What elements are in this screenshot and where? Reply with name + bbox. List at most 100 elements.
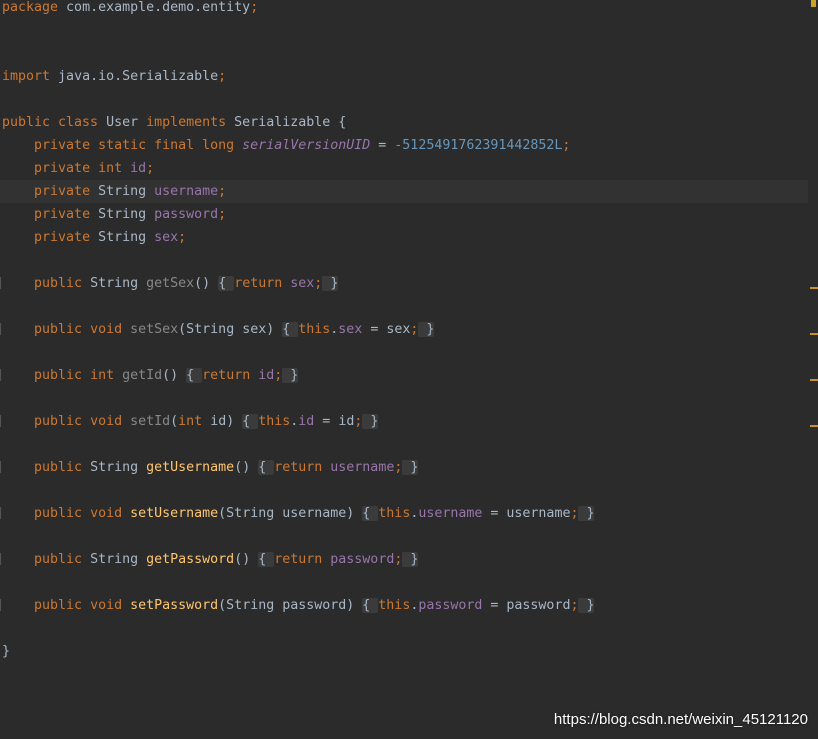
folded-code-placeholder[interactable]: { (258, 552, 275, 567)
code-line[interactable]: private String password; (0, 203, 808, 226)
fold-gutter-marker[interactable] (0, 369, 1, 381)
fold-gutter-marker[interactable] (0, 415, 1, 427)
code-line[interactable]: public String getPassword() { return pas… (0, 548, 808, 571)
field-name: username (418, 506, 483, 521)
code-line[interactable]: public String getSex() { return sex; } (0, 272, 808, 295)
method-name: setUsername (130, 506, 219, 521)
code-line-current[interactable]: private String username; (0, 180, 808, 203)
field-name: sex (290, 276, 315, 291)
code-text: com.example.demo.entity (58, 0, 251, 15)
fold-gutter-marker[interactable] (0, 507, 1, 519)
keyword-token: ; (146, 161, 155, 176)
code-line[interactable] (0, 571, 808, 594)
code-line[interactable]: private String sex; (0, 226, 808, 249)
field-name: id (130, 161, 147, 176)
code-text: = sex (362, 322, 411, 337)
unused-method-name: getSex (146, 276, 195, 291)
code-line[interactable] (0, 617, 808, 640)
code-line[interactable] (0, 19, 808, 42)
fold-gutter-marker[interactable] (0, 277, 1, 289)
code-line[interactable] (0, 341, 808, 364)
folded-code-placeholder[interactable]: { (282, 322, 299, 337)
fold-gutter-marker[interactable] (0, 461, 1, 473)
folded-code-placeholder[interactable]: } (418, 322, 435, 337)
code-line[interactable]: public void setUsername(String username)… (0, 502, 808, 525)
keyword-token: private (34, 184, 99, 199)
fold-gutter-marker[interactable] (0, 599, 1, 611)
code-line[interactable]: public int getId() { return id; } (0, 364, 808, 387)
inspection-status-icon[interactable] (811, 0, 816, 7)
code-line[interactable] (0, 433, 808, 456)
keyword-token: private int (34, 161, 131, 176)
folded-code-placeholder[interactable]: { (242, 414, 259, 429)
warning-stripe-marker[interactable] (810, 333, 818, 335)
folded-code-placeholder[interactable]: } (578, 598, 595, 613)
field-name: username (154, 184, 219, 199)
keyword-token: public void (34, 414, 131, 429)
code-line[interactable] (0, 525, 808, 548)
folded-code-placeholder[interactable]: { (362, 598, 379, 613)
code-line[interactable] (0, 88, 808, 111)
code-editor[interactable]: package com.example.demo.entity; import j… (0, 0, 818, 739)
code-text: () (234, 460, 259, 475)
code-line[interactable]: public class User implements Serializabl… (0, 111, 808, 134)
keyword-token: ; (250, 0, 259, 15)
keyword-token: return (202, 368, 259, 383)
code-line[interactable]: } (0, 640, 808, 663)
folded-code-placeholder[interactable]: { (258, 460, 275, 475)
keyword-token: public class (2, 115, 107, 130)
code-line[interactable]: import java.io.Serializable; (0, 65, 808, 88)
folded-code-placeholder[interactable]: } (282, 368, 299, 383)
keyword-token: ; (218, 69, 227, 84)
folded-code-placeholder[interactable]: } (322, 276, 339, 291)
code-line[interactable] (0, 295, 808, 318)
code-area[interactable]: package com.example.demo.entity; import j… (0, 0, 808, 663)
code-line[interactable]: private static final long serialVersionU… (0, 134, 808, 157)
method-name: setPassword (130, 598, 219, 613)
code-line[interactable]: public String getUsername() { return use… (0, 456, 808, 479)
folded-code-placeholder[interactable]: { (218, 276, 235, 291)
keyword-token: this (258, 414, 291, 429)
code-line[interactable]: private int id; (0, 157, 808, 180)
folded-code-placeholder[interactable]: } (362, 414, 379, 429)
code-line[interactable]: public void setSex(String sex) { this.se… (0, 318, 808, 341)
code-text: } (2, 644, 11, 659)
code-text: = id (314, 414, 355, 429)
keyword-token: private static final long (34, 138, 243, 153)
folded-code-placeholder[interactable]: } (402, 460, 419, 475)
code-line[interactable] (0, 479, 808, 502)
code-line[interactable] (0, 42, 808, 65)
folded-code-placeholder[interactable]: } (402, 552, 419, 567)
warning-stripe-marker[interactable] (810, 425, 818, 427)
code-text: String (98, 207, 155, 222)
code-text: String (98, 184, 155, 199)
code-line[interactable]: public void setId(int id) { this.id = id… (0, 410, 808, 433)
keyword-token: import (2, 69, 51, 84)
keyword-token: return (274, 460, 331, 475)
folded-code-placeholder[interactable]: } (578, 506, 595, 521)
code-line[interactable]: public void setPassword(String password)… (0, 594, 808, 617)
warning-stripe-marker[interactable] (810, 287, 818, 289)
error-stripe[interactable] (810, 0, 818, 739)
folded-code-placeholder[interactable]: { (186, 368, 203, 383)
fold-gutter-marker[interactable] (0, 323, 1, 335)
code-text: = username (482, 506, 571, 521)
code-text: User (106, 115, 147, 130)
warning-stripe-marker[interactable] (810, 379, 818, 381)
field-name: password (330, 552, 395, 567)
keyword-token: ; (218, 184, 227, 199)
keyword-token: public int (34, 368, 123, 383)
folded-code-placeholder[interactable]: { (362, 506, 379, 521)
code-line[interactable] (0, 387, 808, 410)
fold-gutter-marker[interactable] (0, 553, 1, 565)
field-name: password (418, 598, 483, 613)
code-line[interactable]: package com.example.demo.entity; (0, 0, 808, 19)
code-line[interactable] (0, 249, 808, 272)
field-name: sex (338, 322, 363, 337)
code-text: String (90, 276, 147, 291)
